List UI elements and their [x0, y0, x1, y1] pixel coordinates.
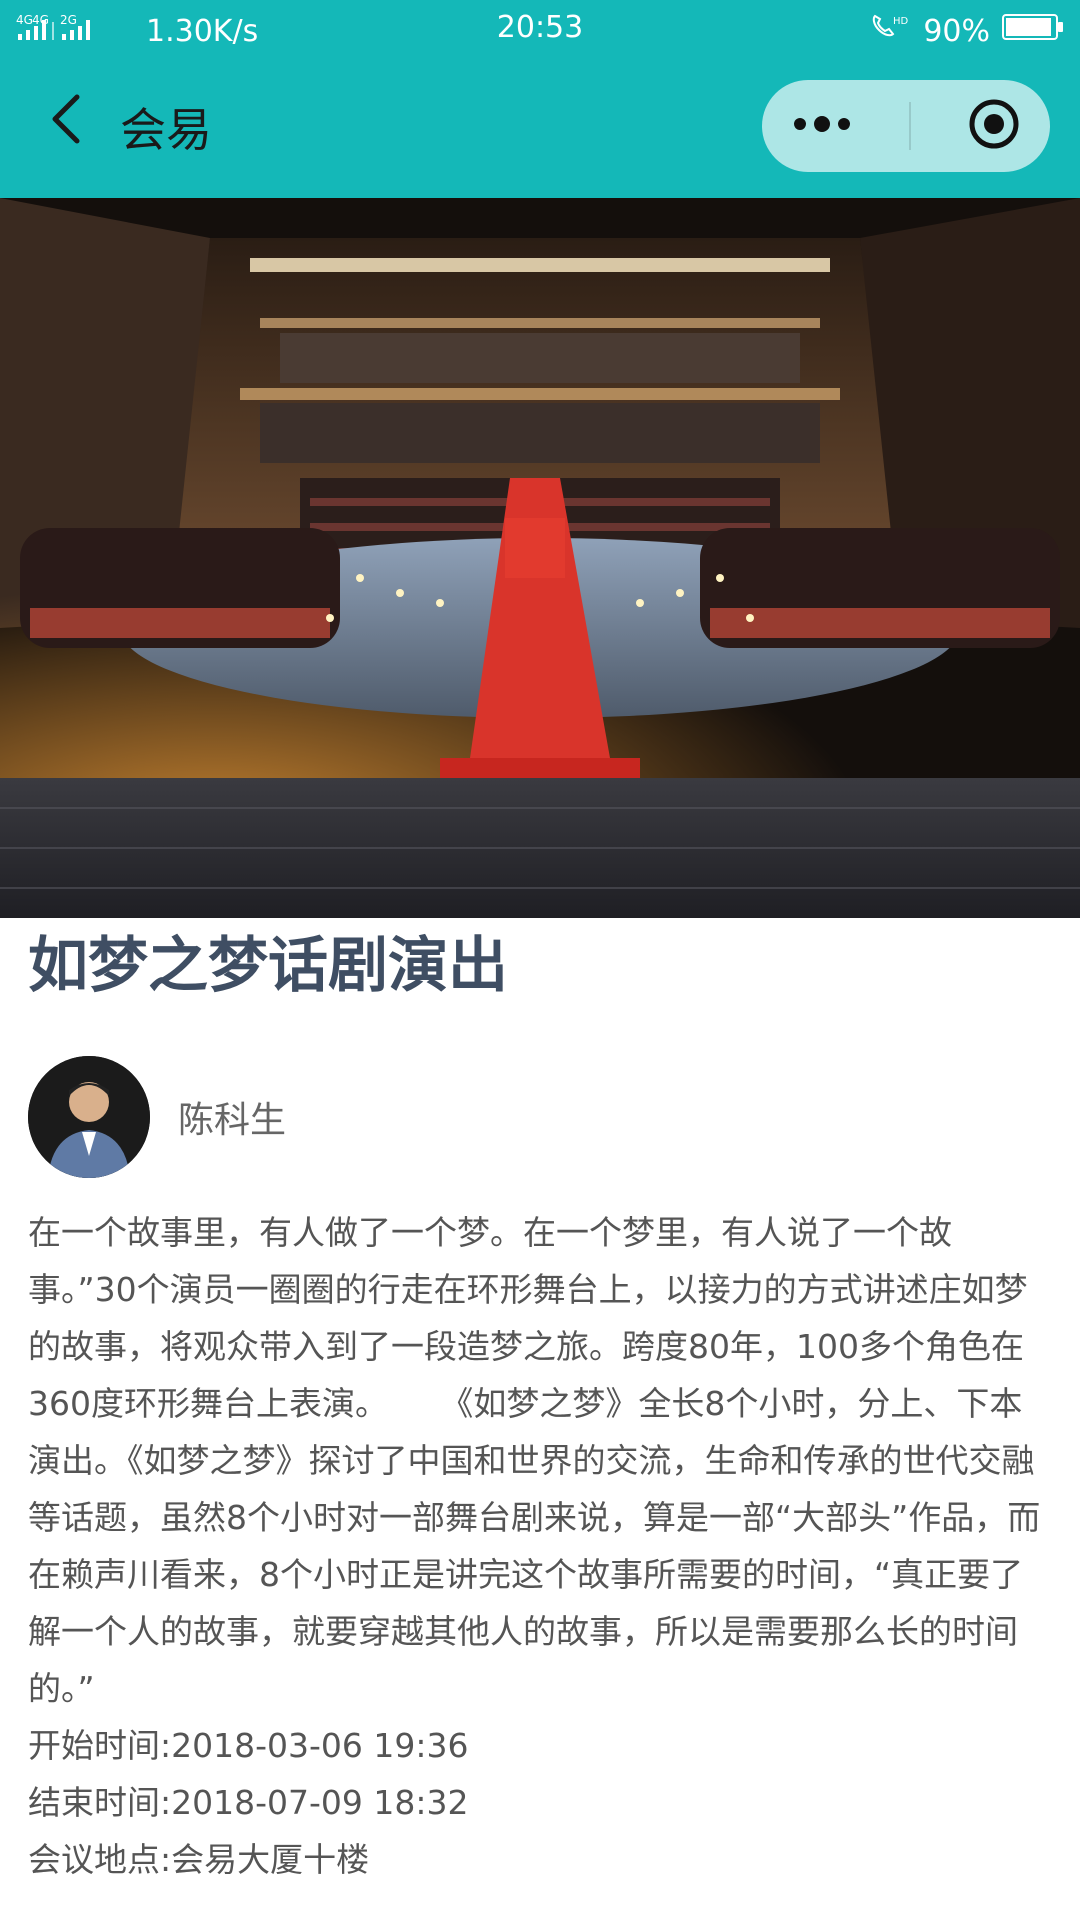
event-end-time: 结束时间:2018-07-09 18:32: [28, 1783, 469, 1822]
author-name: 陈科生: [178, 1100, 287, 1141]
more-button[interactable]: [790, 114, 854, 138]
nav-title: 会易: [120, 103, 212, 157]
event-description: 在一个故事里，有人做了一个梦。在一个梦里，有人说了一个故事。”30个演员一圈圈的…: [28, 1213, 1041, 1708]
event-start-time: 开始时间:2018-03-06 19:36: [28, 1726, 469, 1765]
close-miniprogram-button[interactable]: [966, 96, 1022, 156]
capsule-divider: [908, 102, 911, 150]
nav-bar: 会易: [0, 56, 1080, 198]
event-cover-image: [0, 198, 1080, 918]
battery-percent: 90%: [923, 13, 990, 49]
svg-text:HD: HD: [893, 16, 909, 27]
hd-call-icon: HD: [867, 10, 911, 52]
event-title: 如梦之梦话剧演出: [28, 931, 508, 1001]
event-detail: 如梦之梦话剧演出 陈科生 在一个故事里，有人做了一个梦。在一个梦里，有人说了一个…: [28, 930, 1052, 1888]
chevron-left-icon: [45, 91, 85, 151]
status-bar: 4G 4G 2G 1.30K/s 20:53 HD 90%: [0, 0, 1080, 56]
event-location: 会议地点:会易大厦十楼: [28, 1840, 370, 1879]
avatar: [28, 1056, 150, 1178]
author-row: 陈科生: [28, 1056, 1052, 1178]
miniprogram-capsule: [762, 80, 1050, 172]
back-button[interactable]: [30, 86, 100, 156]
status-right: HD 90%: [867, 10, 1064, 52]
battery-icon: [1002, 12, 1064, 50]
